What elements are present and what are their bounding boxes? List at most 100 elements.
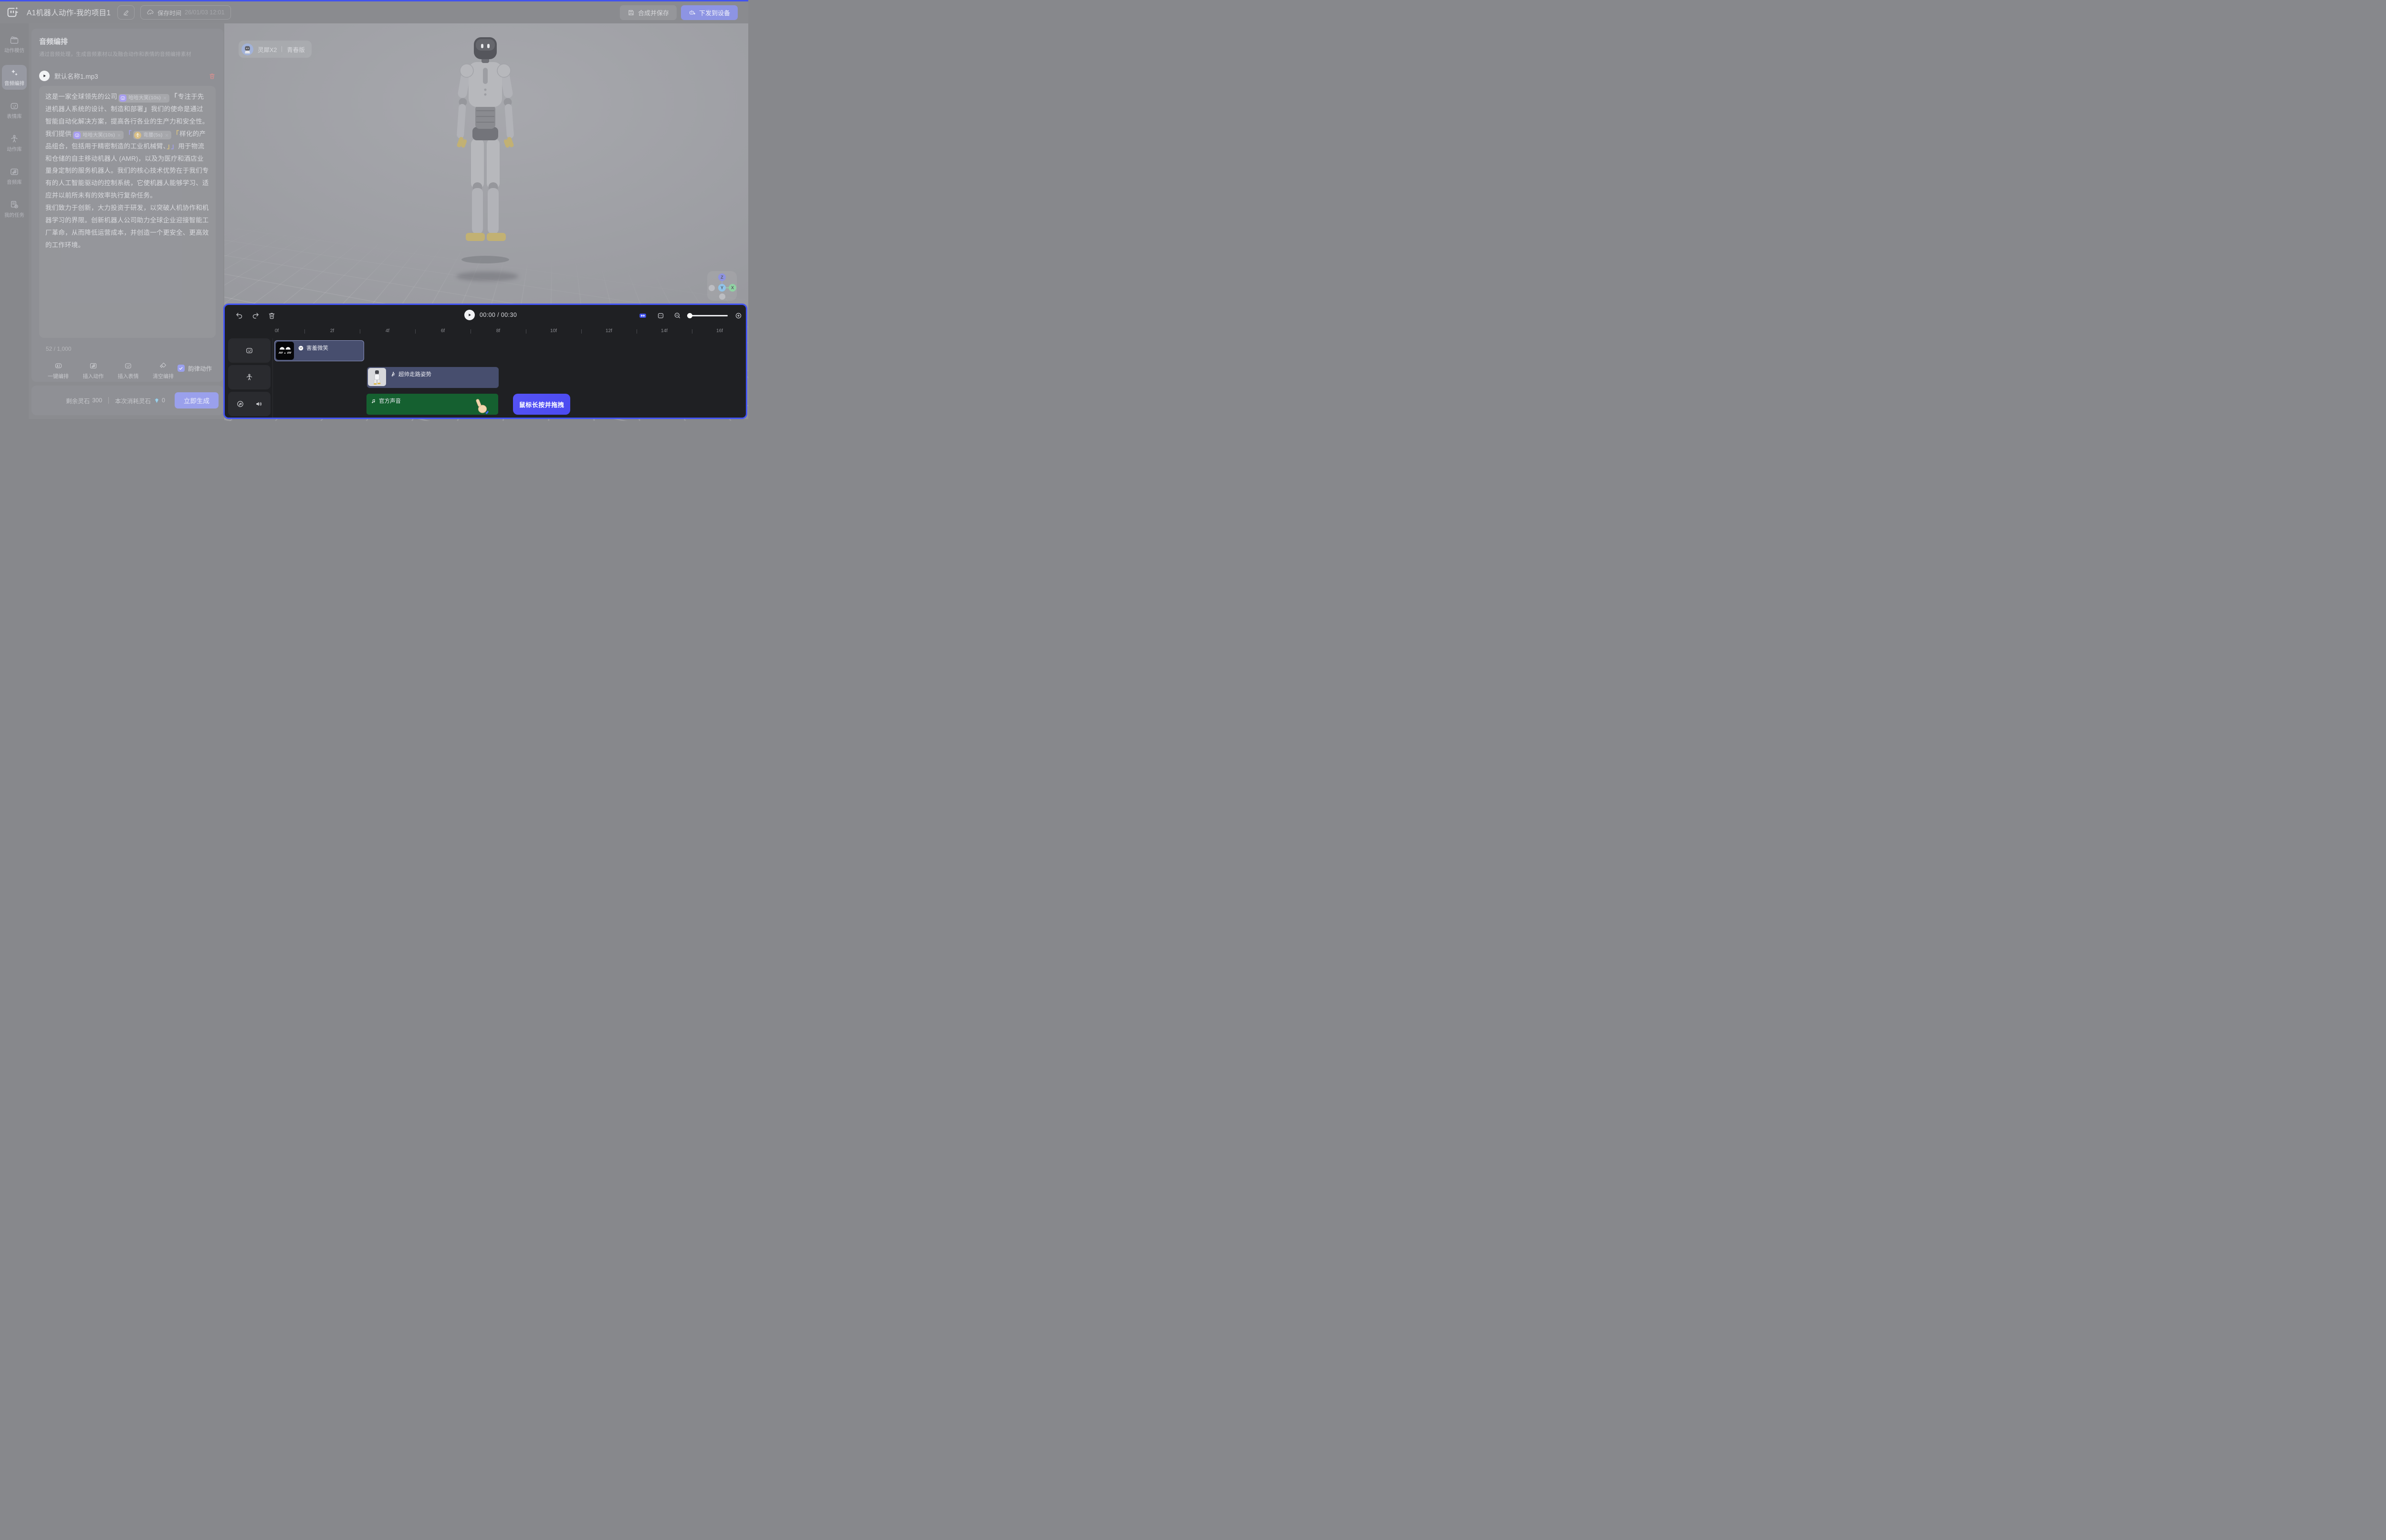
remove-tag-icon[interactable] [117,133,121,137]
expression-tag-icon [73,132,81,139]
editor-tool-label: 一键编排 [48,372,69,380]
face-icon [124,362,132,370]
robot-model[interactable] [445,37,526,266]
gizmo-neg-z-dot [719,293,725,300]
expression-clip[interactable]: 害羞微笑 [274,340,364,361]
expression-tag[interactable]: 哈哈大笑(10s) [73,131,124,139]
delete-audio-icon[interactable] [209,73,216,80]
tag-label: 哈哈大笑(10s) [128,95,161,101]
panel-subtitle: 通过音频处理，生成音频素材以及融合动作和表情的音频编排素材 [39,50,216,58]
audio-arrange-panel: 音频编排 通过音频处理，生成音频素材以及融合动作和表情的音频编排素材 默认名称1… [31,29,223,382]
drag-tooltip: 鼠标长按并拖拽 [513,394,570,415]
rhythm-motion-group: 韵律动作 [178,364,212,373]
action-tag[interactable]: 弯腰(5s) [133,131,171,139]
panel-title: 音频编排 [39,36,223,46]
audio-file-row: 默认名称1.mp3 [39,68,216,84]
sidebar-item-label: 表情库 [7,113,22,120]
editor-toolbar: 一键编排 插入动作插入表情清空编排 [44,362,178,380]
sidebar-item-label: 动作库 [7,146,22,153]
clapperboard-icon [10,35,19,45]
hand-cursor-icon [474,398,489,415]
brush-icon [159,362,167,370]
rename-project-button[interactable] [117,5,135,20]
cost-gems-value: 0 [162,397,165,404]
remove-tag-icon[interactable] [165,133,169,137]
project-title: A1机器人动作-我的项目1 [27,7,111,18]
robot-download-icon [689,9,696,16]
rhythm-label: 韵律动作 [188,364,212,373]
editor-tool-2[interactable]: 插入表情 [114,362,143,380]
expression-clip-label: 害羞微笑 [306,344,328,352]
script-editor[interactable]: 这是一家全球领先的公司哈哈大笑(10s)「专注于先进机器人系统的设计、制造和部署… [39,86,216,338]
rhythm-checkbox[interactable] [178,365,185,372]
cloud-save-icon [147,9,154,16]
sidebar: 动作模仿音频编排表情库动作库音频库我的任务 [0,23,29,421]
sidebar-item-label: 音频编排 [4,80,24,87]
person-icon [245,373,253,381]
audio-file-name: 默认名称1.mp3 [54,71,98,81]
audio-clip-label: 官方声音 [379,397,401,405]
audio-track-header[interactable] [228,392,271,416]
expression-tag[interactable]: 哈哈大笑(10s) [118,94,169,103]
editor-tool-3[interactable]: 清空编排 [149,362,178,380]
expression-track-header[interactable] [228,338,271,363]
walking-person-icon [390,371,396,377]
robot-shadow [456,272,518,281]
action-clip[interactable]: 超帅走路姿势 [367,367,499,388]
sidebar-item-label: 我的任务 [4,211,24,219]
ai-icon [54,362,63,370]
save-status: 保存时间 26/01/03 12:01 [140,5,230,20]
remaining-gems-value: 300 [92,397,102,404]
face-icon [10,101,19,111]
sidebar-item-label: 动作模仿 [4,47,24,54]
timeline-panel: 00:00 / 00:30 0f2f4f6f8f10f12f14f16f [223,304,747,419]
save-time: 26/01/03 12:01 [185,9,224,16]
action-tag-icon [134,132,141,139]
play-audio-button[interactable] [39,71,50,81]
editor-text: 我们提供 [45,130,72,137]
sidebar-item-4[interactable]: 音频库 [2,164,27,189]
floppy-icon [628,9,635,16]
app-root: A1机器人动作-我的项目1 保存时间 26/01/03 12:01 [0,0,748,421]
remove-tag-icon[interactable] [163,96,167,100]
cost-gems-label: 本次消耗灵石 [115,396,151,405]
span-bracket: 」 [167,143,170,150]
sidebar-item-5[interactable]: 我的任务 [2,197,27,221]
smiley-icon [298,345,304,351]
gizmo-x-axis[interactable]: X [729,284,736,292]
face-icon [245,346,253,355]
gizmo-z-axis[interactable]: Z [718,273,726,281]
editor-tool-1[interactable]: 插入动作 [79,362,107,380]
disc-icon [236,400,244,408]
deploy-label: 下发到设备 [699,8,730,17]
sidebar-item-1[interactable]: 音频编排 [2,65,27,90]
span-bracket: 「 [125,130,132,137]
generate-now-button[interactable]: 立即生成 [175,392,219,409]
sidebar-item-label: 音频库 [7,178,22,186]
person-icon [10,134,19,144]
editor-tool-label: 清空编排 [153,372,174,380]
axis-gizmo[interactable]: Z Y X [707,271,737,301]
span-bracket: 」 [171,143,178,150]
merge-save-button[interactable]: 合成并保存 [620,5,677,20]
expression-tag-icon [119,94,126,102]
tag-label: 弯腰(5s) [143,132,162,138]
action-track-header[interactable] [228,365,271,389]
expression-thumbnail [276,342,294,360]
model-badge[interactable]: 灵犀X2 青春版 [239,41,312,58]
span-bracket: 「 [171,93,178,100]
pencil-icon [123,9,130,16]
sidebar-item-0[interactable]: 动作模仿 [2,32,27,57]
remaining-gems-label: 剩余灵石 [66,396,90,405]
sidebar-item-2[interactable]: 表情库 [2,98,27,123]
sidebar-item-3[interactable]: 动作库 [2,131,27,156]
span-bracket: 」 [144,105,151,113]
editor-tool-0[interactable]: 一键编排 [44,362,73,380]
speaker-icon [255,400,263,408]
gizmo-y-axis[interactable]: Y [718,284,726,292]
span-bracket: 「 [173,130,179,137]
action-thumbnail [368,368,386,386]
model-edition: 青春版 [287,45,305,54]
deploy-to-device-button[interactable]: 下发到设备 [681,5,738,20]
top-bar: A1机器人动作-我的项目1 保存时间 26/01/03 12:01 [0,1,748,23]
